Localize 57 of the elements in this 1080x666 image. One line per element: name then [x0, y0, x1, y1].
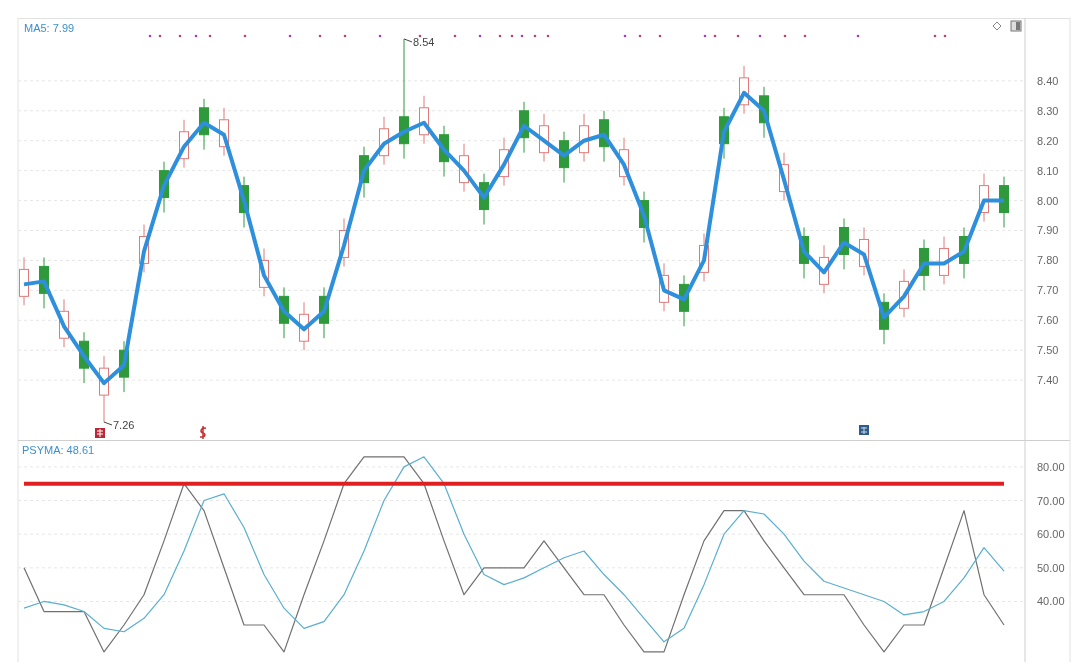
signal-dot	[713, 34, 717, 38]
axis-tick-label: 40.00	[1037, 595, 1065, 608]
signal-dot	[148, 34, 152, 38]
signal-dot	[453, 34, 457, 38]
axis-tick-label: 7.90	[1037, 224, 1059, 237]
annotation: 7.26	[113, 419, 135, 432]
signal-dot	[288, 34, 292, 38]
signal-dot	[243, 34, 247, 38]
axis-tick-label: 7.70	[1037, 284, 1059, 297]
signal-dot	[533, 34, 537, 38]
indicator-label: MA5: 7.99	[24, 22, 75, 34]
signal-marker-icon	[95, 428, 105, 438]
axis-tick-label: 70.00	[1037, 494, 1065, 507]
axis-tick-label: 80.00	[1037, 460, 1065, 473]
signal-dot	[418, 34, 422, 38]
signal-dot	[194, 34, 198, 38]
panel-toggle-icon[interactable]	[1010, 20, 1022, 32]
axis-tick-label: 8.30	[1037, 104, 1059, 117]
signal-marker-icon	[859, 425, 869, 435]
signal-dot	[658, 34, 662, 38]
axis-tick-label: 50.00	[1037, 561, 1065, 574]
signal-dot	[638, 34, 642, 38]
signal-dot	[758, 34, 762, 38]
axis-tick-label: 8.40	[1037, 74, 1059, 87]
signal-dot	[158, 34, 162, 38]
axis-tick-label: 7.50	[1037, 344, 1059, 357]
signal-dot	[520, 34, 524, 38]
signal-dot	[783, 34, 787, 38]
axis-tick-label: 60.00	[1037, 528, 1065, 541]
signal-dot	[498, 34, 502, 38]
signal-dot	[378, 34, 382, 38]
signal-dot	[943, 34, 947, 38]
annotation: 8.54	[413, 35, 435, 48]
signal-dot	[703, 34, 707, 38]
price-callout: 7.26	[103, 419, 135, 432]
signal-dot	[208, 34, 212, 38]
signal-marker-icon	[199, 425, 207, 440]
axis-tick-label: 7.40	[1037, 374, 1059, 387]
axis-tick-label: 8.10	[1037, 164, 1059, 177]
axis-tick-label: 7.80	[1037, 254, 1059, 267]
diamond-icon[interactable]	[992, 21, 1002, 31]
signal-dot	[933, 34, 937, 38]
signal-dot	[856, 34, 860, 38]
axis-tick-label: 7.60	[1037, 314, 1059, 327]
signal-dot	[736, 34, 740, 38]
signal-dot	[343, 34, 347, 38]
signal-dot	[803, 34, 807, 38]
signal-dot	[478, 34, 482, 38]
signal-dot	[510, 34, 514, 38]
signal-dot	[178, 34, 182, 38]
axis-tick-label: 8.20	[1037, 134, 1059, 147]
signal-dot	[623, 34, 627, 38]
signal-dot	[318, 34, 322, 38]
indicator-label: PSYMA: 48.61	[22, 444, 95, 456]
signal-dot	[546, 34, 550, 38]
axis-tick-label: 8.00	[1037, 194, 1059, 207]
price-callout: 8.54	[403, 35, 435, 48]
